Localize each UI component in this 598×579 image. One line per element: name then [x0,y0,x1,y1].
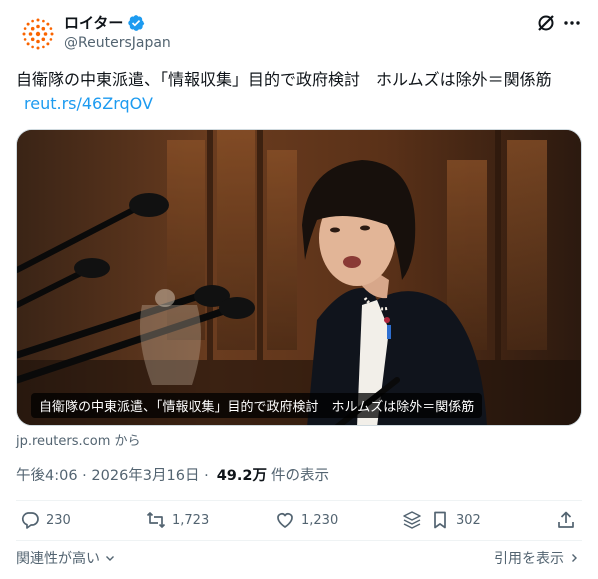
repost-button[interactable]: 1,723 [146,510,209,530]
more-icon[interactable] [562,13,582,33]
grok-icon[interactable] [536,13,556,33]
views-label: 件の表示 [270,468,329,484]
tweet-link[interactable]: reut.rs/46ZrqOV [24,94,153,113]
tweet-header: ロイター @ReutersJapan [16,8,582,56]
reply-count: 230 [46,512,71,528]
bookmark-count: 302 [456,512,481,528]
card-caption: 自衛隊の中東派遣、「情報収集」目的で政府検討 ホルムズは除外＝関係筋 [31,393,483,418]
reply-icon [21,512,39,529]
views-count: 49.2万 [216,468,267,484]
sort-replies-dropdown[interactable]: 関連性が高い [16,548,116,568]
bookmark-icon [434,511,446,529]
action-bar: 230 1,723 1,230 302 [16,510,582,542]
timestamp[interactable]: 午後4:06 · 2026年3月16日 · [16,464,209,485]
repost-count: 1,723 [172,512,210,528]
like-button[interactable]: 1,230 [275,510,338,530]
verified-badge-icon[interactable] [127,14,145,32]
chevron-right-icon [572,554,577,562]
display-name[interactable]: ロイター [64,12,123,33]
layers-icon [403,511,421,529]
tweet-meta: 午後4:06 · 2026年3月16日 · 49.2万 件の表示 [16,464,329,485]
divider [16,540,582,541]
handle[interactable]: @ReutersJapan [64,35,171,51]
tweet-body: 自衛隊の中東派遣、「情報収集」目的で政府検討 ホルムズは除外＝関係筋 [16,70,552,89]
view-quotes-link[interactable]: 引用を表示 [494,548,580,568]
reply-button[interactable]: 230 [20,510,71,530]
analytics-button[interactable] [402,510,422,530]
tweet-text: 自衛隊の中東派遣、「情報収集」目的で政府検討 ホルムズは除外＝関係筋 reut.r… [16,68,582,116]
like-count: 1,230 [301,512,339,528]
link-card[interactable]: 自衛隊の中東派遣、「情報収集」目的で政府検討 ホルムズは除外＝関係筋 [16,129,582,426]
share-icon [558,511,574,528]
heart-icon [277,513,293,528]
reuters-logo-icon [22,18,54,50]
bookmark-button[interactable]: 302 [430,510,481,530]
repost-icon [146,512,166,528]
divider [16,500,582,501]
news-photo [17,130,581,425]
chevron-down-icon [106,556,114,561]
avatar[interactable] [18,14,58,54]
sort-label: 関連性が高い [16,551,100,567]
name-row: ロイター [64,12,145,33]
quotes-label: 引用を表示 [494,551,564,567]
card-source[interactable]: jp.reuters.com から [16,430,141,449]
share-button[interactable] [556,510,576,530]
